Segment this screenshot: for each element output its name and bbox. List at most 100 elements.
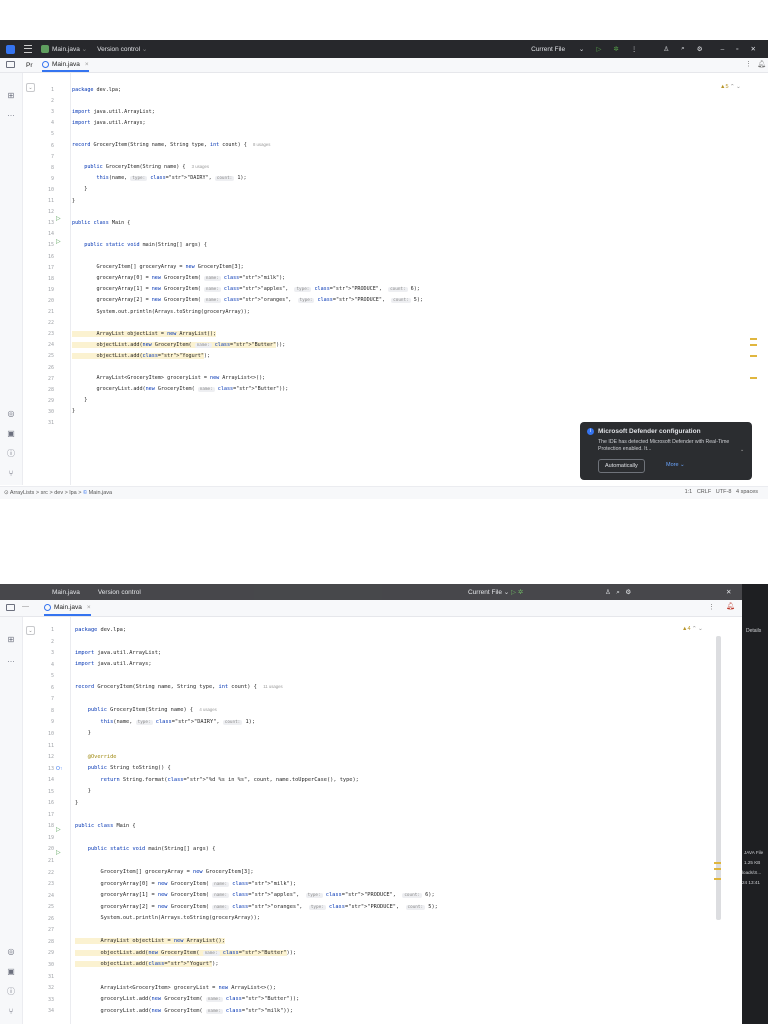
project-widget[interactable]: Main.java ⌄	[41, 45, 87, 53]
run-main-icon[interactable]: ▷	[56, 849, 61, 856]
code-line[interactable]: public GroceryItem(String name) { 3 usag…	[72, 164, 209, 170]
line-separator[interactable]: CRLF	[697, 489, 711, 495]
code-line[interactable]: groceryList.add(new GroceryItem( name: c…	[75, 996, 299, 1003]
code-line[interactable]: record GroceryItem(String name, String t…	[75, 684, 283, 690]
code-line[interactable]: objectList.add(class="str">"Yogurt");	[75, 961, 219, 968]
breadcrumb[interactable]: ⊙ ArrayLists > src > dev > lpa > © Main.…	[4, 490, 112, 496]
warning-marker[interactable]	[750, 377, 757, 379]
close-tab-icon[interactable]: ×	[85, 61, 89, 68]
more-tools-icon[interactable]: …	[6, 109, 16, 119]
code-line[interactable]: groceryArray[1] = new GroceryItem( name:…	[72, 286, 420, 293]
ide-logo-icon[interactable]	[6, 44, 15, 54]
code-line[interactable]: return String.format(class="str">"%d %s …	[75, 777, 359, 783]
minimize-icon[interactable]: –	[721, 46, 725, 53]
tab-project[interactable]: Pr	[26, 58, 33, 72]
code-line[interactable]: import java.util.ArrayList;	[75, 650, 161, 656]
code-line[interactable]: groceryArray[2] = new GroceryItem( name:…	[75, 904, 438, 910]
code-line[interactable]: import java.util.Arrays;	[72, 120, 146, 126]
code-line[interactable]: }	[72, 198, 75, 204]
code-line[interactable]: public static void main(String[] args) {	[75, 846, 216, 852]
more-link[interactable]: More ⌄	[666, 462, 685, 468]
code-line[interactable]: ArrayList<GroceryItem> groceryList = new…	[72, 375, 266, 381]
close-tab-icon[interactable]: ×	[87, 604, 91, 611]
code-line[interactable]: package dev.lpa;	[72, 87, 121, 93]
vcs-widget[interactable]: Version control ⌄	[97, 45, 147, 54]
code-line[interactable]: public static void main(String[] args) {	[72, 242, 207, 248]
code-line[interactable]: public String toString() {	[75, 765, 171, 771]
code-line[interactable]: public class Main {	[72, 220, 130, 226]
collab-icon[interactable]: ♙	[605, 589, 611, 596]
collapse-icon[interactable]: ⌄	[26, 626, 35, 635]
restore-icon[interactable]: ▫	[736, 46, 738, 53]
code-line[interactable]: public class Main {	[75, 823, 136, 829]
indent[interactable]: 4 spaces	[736, 489, 758, 495]
code-line[interactable]: GroceryItem[] groceryArray = new Grocery…	[72, 264, 244, 270]
search-icon[interactable]: ⌕	[681, 45, 685, 53]
code-line[interactable]: }	[72, 397, 87, 403]
code-line[interactable]: ArrayList objectList = new ArrayList();	[72, 330, 217, 337]
run-icon[interactable]: ▷	[596, 45, 601, 53]
project-tool-icon[interactable]	[6, 61, 15, 68]
debug-icon[interactable]: ✲	[613, 45, 618, 53]
code-line[interactable]: ArrayList objectList = new ArrayList();	[75, 938, 225, 945]
code-line[interactable]: this(name, type: class="str">"DAIRY", co…	[75, 719, 255, 725]
terminal-icon[interactable]: ▣	[6, 967, 16, 977]
notifications-icon[interactable]: 🔔︎	[726, 602, 735, 610]
run-config-select[interactable]: Current File ⌄ ▷ ✲	[468, 588, 523, 596]
git-icon[interactable]: ⑂	[6, 469, 16, 479]
automatically-button[interactable]: Automatically	[598, 459, 645, 473]
expand-icon[interactable]: ⌄	[740, 447, 744, 453]
run-class-icon[interactable]: ▷	[56, 826, 61, 833]
run-config-select[interactable]: Current File ⌄	[531, 45, 584, 53]
code-line[interactable]: }	[72, 408, 75, 414]
code-line[interactable]: objectList.add(new GroceryItem( name: cl…	[75, 949, 296, 956]
code-line[interactable]: System.out.println(Arrays.toString(groce…	[72, 309, 250, 315]
collapse-icon[interactable]: ⌄	[26, 83, 35, 92]
project-tool-icon[interactable]	[6, 604, 15, 611]
tab-options-icon[interactable]: ⋮	[745, 60, 752, 68]
code-line[interactable]: import java.util.Arrays;	[75, 661, 152, 667]
code-line[interactable]: }	[75, 730, 91, 736]
caret-position[interactable]: 1:1	[685, 489, 693, 495]
code-line[interactable]: groceryArray[0] = new GroceryItem( name:…	[72, 275, 285, 282]
more-actions-icon[interactable]: ⋮	[631, 45, 638, 53]
code-line[interactable]: import java.util.ArrayList;	[72, 109, 155, 115]
warning-marker[interactable]	[714, 862, 721, 864]
code-line[interactable]: GroceryItem[] groceryArray = new Grocery…	[75, 869, 254, 875]
settings-icon[interactable]: ⚙	[697, 45, 703, 53]
tab-main-java[interactable]: Main.java ×	[42, 58, 89, 72]
code-line[interactable]: package dev.lpa;	[75, 627, 126, 633]
warning-marker[interactable]	[750, 355, 757, 357]
code-line[interactable]: groceryList.add(new GroceryItem( name: c…	[75, 1008, 293, 1014]
structure-icon[interactable]: ⊞	[6, 635, 16, 645]
close-window-icon[interactable]: ✕	[726, 588, 731, 596]
collab-icon[interactable]: ♙	[663, 45, 669, 53]
run-main-icon[interactable]: ▷	[56, 238, 61, 245]
code-line[interactable]: System.out.println(Arrays.toString(groce…	[75, 915, 260, 921]
warning-marker[interactable]	[750, 338, 757, 340]
code-line[interactable]: @Override	[75, 754, 117, 760]
vcs-widget[interactable]: Version control	[98, 589, 141, 596]
settings-icon[interactable]: ⚙	[625, 589, 631, 596]
warning-marker[interactable]	[750, 344, 757, 346]
structure-icon[interactable]: ⊞	[6, 91, 16, 101]
run-tool-icon[interactable]: ◎	[6, 409, 16, 419]
warning-marker[interactable]	[714, 878, 721, 880]
code-line[interactable]: public GroceryItem(String name) { 4 usag…	[75, 707, 217, 713]
notifications-icon[interactable]: 🔔︎	[757, 60, 766, 68]
override-icon[interactable]: O↑	[56, 766, 62, 772]
code-line[interactable]: }	[75, 788, 91, 794]
git-icon[interactable]: ⑂	[6, 1007, 16, 1017]
code-line[interactable]: groceryArray[2] = new GroceryItem( name:…	[72, 297, 423, 304]
code-line[interactable]: ArrayList<GroceryItem> groceryList = new…	[75, 985, 276, 991]
code-line[interactable]: }	[75, 800, 78, 806]
inspection-widget[interactable]: ▲4 ⌃ ⌄	[682, 626, 703, 632]
code-line[interactable]: this(name, type: class="str">"DAIRY", co…	[72, 175, 247, 182]
encoding[interactable]: UTF-8	[716, 489, 732, 495]
run-class-icon[interactable]: ▷	[56, 215, 61, 222]
more-tools-icon[interactable]: …	[6, 655, 16, 665]
run-tool-icon[interactable]: ◎	[6, 947, 16, 957]
tab-options-icon[interactable]: ⋮	[708, 603, 715, 611]
code-line[interactable]: }	[72, 186, 87, 192]
problems-icon[interactable]: ⓘ	[6, 987, 16, 997]
